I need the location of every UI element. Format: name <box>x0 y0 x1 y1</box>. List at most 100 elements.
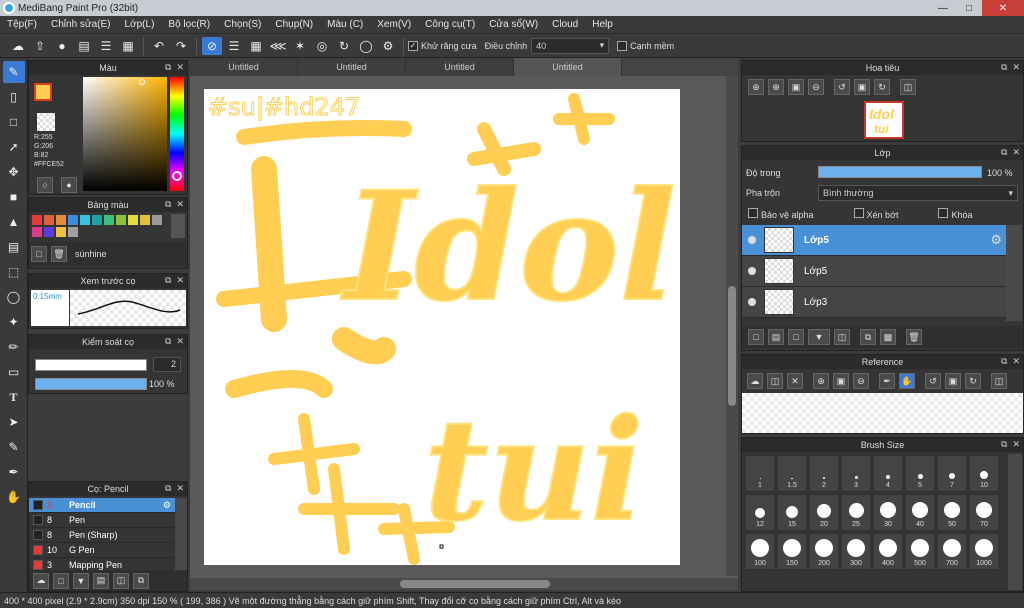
snap-ellipse-icon[interactable]: ◯ <box>356 37 376 55</box>
protect-alpha-checkbox[interactable] <box>748 208 758 218</box>
menu-select[interactable]: Chọn(S) <box>217 19 268 30</box>
undo-icon[interactable]: ↶ <box>149 37 169 55</box>
select-eraser-tool-icon[interactable]: ▭ <box>3 361 25 383</box>
close-icon[interactable]: ✕ <box>176 275 184 286</box>
minimize-button[interactable]: — <box>930 0 956 16</box>
brush-size-option[interactable]: 12 <box>745 494 775 531</box>
close-button[interactable]: ✕ <box>982 0 1024 16</box>
navigator-thumbnail[interactable]: Idol tui <box>864 101 904 139</box>
brush-copy-icon[interactable]: ▤ <box>93 572 109 589</box>
eyedropper-tool-icon[interactable]: ✒ <box>3 461 25 483</box>
menu-edit[interactable]: Chỉnh sửa(E) <box>44 19 118 30</box>
palette-scrollbar[interactable] <box>171 214 185 238</box>
layer-opacity-slider[interactable] <box>818 166 982 178</box>
brush-size-scrollbar[interactable] <box>1008 454 1022 590</box>
new-8bit-layer-icon[interactable]: □ <box>788 329 804 345</box>
brush-size-option[interactable]: 3 <box>841 455 871 492</box>
palette-swatch[interactable] <box>116 215 126 225</box>
list-icon[interactable]: ☰ <box>96 37 116 55</box>
popout-icon[interactable]: ⧉ <box>165 483 171 494</box>
hue-slider[interactable] <box>170 77 184 191</box>
palette-delete-icon[interactable]: 🗑 <box>51 246 67 262</box>
popout-icon[interactable]: ⧉ <box>165 336 171 347</box>
select-tool-icon[interactable]: ⬚ <box>3 261 25 283</box>
eraser-tool-icon[interactable]: ▯ <box>3 86 25 108</box>
snap-circle-icon[interactable]: ◎ <box>312 37 332 55</box>
close-icon[interactable]: ✕ <box>176 483 184 494</box>
reference-rotate-left-icon[interactable]: ↺ <box>925 373 941 389</box>
brush-size-option[interactable]: 5 <box>905 455 935 492</box>
brush-size-option[interactable]: 1 <box>745 455 775 492</box>
snap-parallel-icon[interactable]: ☰ <box>224 37 244 55</box>
snap-perspective-icon[interactable]: ⋘ <box>268 37 288 55</box>
select-pen-tool-icon[interactable]: ✏ <box>3 336 25 358</box>
layer-scrollbar[interactable] <box>1006 225 1022 321</box>
brush-size-option[interactable]: 4 <box>873 455 903 492</box>
palette-swatch[interactable] <box>80 215 90 225</box>
palette-swatch[interactable] <box>68 227 78 237</box>
palette-swatch[interactable] <box>68 215 78 225</box>
text-tool-icon[interactable]: T <box>3 386 25 408</box>
edge-checkbox[interactable] <box>617 40 628 51</box>
transparent-color-swatch[interactable] <box>37 113 55 131</box>
upload-icon[interactable]: ⇧ <box>30 37 50 55</box>
close-icon[interactable]: ✕ <box>176 336 184 347</box>
palette-swatch[interactable] <box>104 215 114 225</box>
palette-swatch[interactable] <box>56 227 66 237</box>
popout-icon[interactable]: ⧉ <box>165 275 171 286</box>
brush-size-option[interactable]: 200 <box>809 533 839 570</box>
add-brush-icon[interactable]: ▼ <box>73 572 89 589</box>
brush-size-option[interactable]: 10 <box>969 455 999 492</box>
palette-swatch[interactable] <box>140 215 150 225</box>
adjust-combo[interactable]: 40 ▾ <box>531 37 610 54</box>
eye-icon[interactable] <box>748 236 756 244</box>
snap-curve-icon[interactable]: ↻ <box>334 37 354 55</box>
brush-item-mapping-pen[interactable]: 3 Mapping Pen <box>29 558 175 570</box>
layer-row[interactable]: Lớp3 <box>742 287 1006 318</box>
fill-rect-tool-icon[interactable]: ■ <box>3 186 25 208</box>
popout-icon[interactable]: ⧉ <box>1001 62 1007 73</box>
canvas-vertical-scrollbar[interactable] <box>726 76 738 576</box>
brush-size-option[interactable]: 1.5 <box>777 455 807 492</box>
rotate-left-icon[interactable]: ↺ <box>834 79 850 95</box>
brush-size-slider[interactable] <box>35 359 147 371</box>
palette-swatch[interactable] <box>92 215 102 225</box>
popout-icon[interactable]: ⧉ <box>1001 439 1007 450</box>
palette-swatch[interactable] <box>32 227 42 237</box>
lock-checkbox[interactable] <box>938 208 949 218</box>
brush-size-option[interactable]: 7 <box>937 455 967 492</box>
palette-swatch[interactable] <box>152 215 162 225</box>
reference-zoom-out-icon[interactable]: ⊖ <box>853 373 869 389</box>
rectangle-tool-icon[interactable]: □ <box>3 111 25 133</box>
delete-layer-icon[interactable]: 🗑 <box>906 329 922 345</box>
color-wheel-icon[interactable]: ○ <box>37 177 53 193</box>
menu-filter[interactable]: Bộ lọc(R) <box>161 19 217 30</box>
bucket-tool-icon[interactable]: ▲ <box>3 211 25 233</box>
menu-file[interactable]: Tệp(F) <box>0 19 44 30</box>
tab-untitled-3[interactable]: Untitled <box>406 58 514 76</box>
flip-icon[interactable]: ◫ <box>900 79 916 95</box>
brush-size-option[interactable]: 50 <box>937 494 967 531</box>
brush-size-option[interactable]: 2 <box>809 455 839 492</box>
palette-swatch[interactable] <box>44 215 54 225</box>
operation-tool-icon[interactable]: ➤ <box>3 411 25 433</box>
close-icon[interactable]: ✕ <box>1012 147 1020 158</box>
cloud-icon[interactable]: ☁ <box>8 37 28 55</box>
line-tool-icon[interactable]: ➚ <box>3 136 25 158</box>
magic-wand-tool-icon[interactable]: ✦ <box>3 311 25 333</box>
brush-size-option[interactable]: 400 <box>873 533 903 570</box>
new-halftone-layer-icon[interactable]: ▤ <box>768 329 784 345</box>
menu-color[interactable]: Màu (C) <box>320 19 370 30</box>
brush-item-g-pen[interactable]: 10 G Pen <box>29 543 175 558</box>
brush-size-option[interactable]: 1000 <box>969 533 999 570</box>
brush-size-option[interactable]: 300 <box>841 533 871 570</box>
clipping-checkbox[interactable] <box>853 208 864 218</box>
zoom-in-alt-icon[interactable]: ⊕ <box>768 79 784 95</box>
gradient-tool-icon[interactable]: ▤ <box>3 236 25 258</box>
close-icon[interactable]: ✕ <box>176 62 184 73</box>
brush-tool-icon[interactable]: ✎ <box>2 61 25 83</box>
layer-row[interactable]: Lớp5 ⚙ <box>742 225 1006 256</box>
palette-swatch[interactable] <box>56 215 66 225</box>
reference-open-icon[interactable]: ◫ <box>767 373 783 389</box>
message-icon[interactable]: ▤ <box>74 37 94 55</box>
